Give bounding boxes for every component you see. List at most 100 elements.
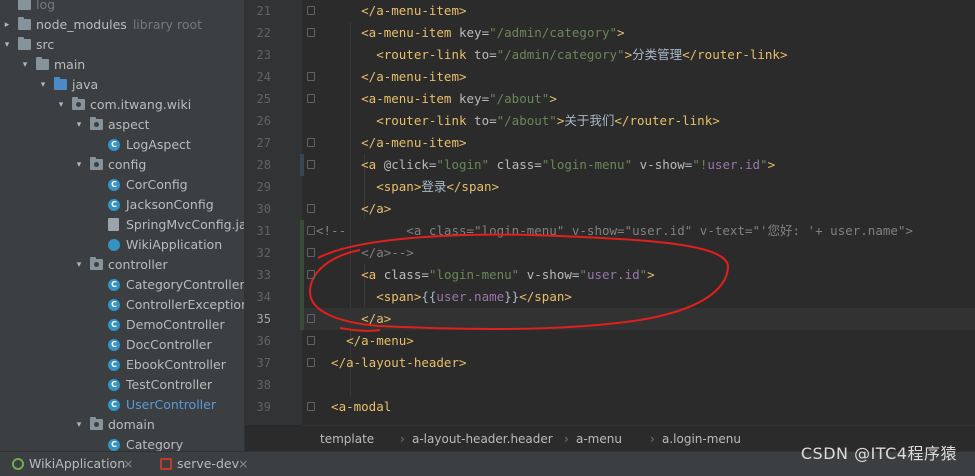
folder-icon	[36, 57, 49, 70]
code-line[interactable]: <span>登录</span>	[302, 176, 975, 198]
tree-item[interactable]: ▸ node_modules library root	[0, 15, 244, 35]
line-number: 35	[256, 312, 271, 326]
code-token: "!	[692, 157, 708, 172]
breadcrumb-item[interactable]: a-layout-header.header	[412, 426, 553, 452]
breadcrumb-item[interactable]: a.login-menu	[662, 426, 741, 452]
close-icon[interactable]: ×	[123, 452, 133, 476]
fold-marker-icon[interactable]	[307, 314, 315, 323]
line-number: 26	[256, 114, 271, 128]
fold-marker-icon[interactable]	[307, 204, 315, 213]
code-line[interactable]: </a>	[302, 198, 975, 220]
tree-item[interactable]: ▾ com.itwang.wiki	[0, 95, 244, 115]
code-token: <a	[316, 267, 384, 282]
tree-item[interactable]: C ControllerExceptionHar	[0, 295, 244, 315]
tree-item-label: node_modules	[36, 17, 127, 32]
tree-item[interactable]: C JacksonConfig	[0, 195, 244, 215]
line-number: 34	[256, 290, 271, 304]
tree-item[interactable]: WikiApplication	[0, 235, 244, 255]
tree-item[interactable]: ▾ java	[0, 75, 244, 95]
tree-item-label: WikiApplication	[126, 237, 223, 252]
breadcrumb-separator-icon: ›	[650, 432, 655, 446]
tree-item[interactable]: C Category	[0, 435, 244, 451]
fold-marker-icon[interactable]	[307, 6, 315, 15]
code-token: key=	[459, 25, 490, 40]
code-line[interactable]: <a-menu-item key="/about">	[302, 88, 975, 110]
code-line[interactable]: <a-menu-item key="/admin/category">	[302, 22, 975, 44]
tree-item[interactable]: ▾ domain	[0, 415, 244, 435]
code-token: <router-link	[316, 47, 475, 62]
line-number: 33	[256, 268, 271, 282]
collapse-arrow-icon[interactable]: ▸	[2, 15, 12, 35]
fold-marker-icon[interactable]	[307, 72, 315, 81]
folder-icon	[18, 37, 31, 50]
tree-item[interactable]: log	[0, 0, 244, 15]
tree-item[interactable]: ▾ main	[0, 55, 244, 75]
tree-item[interactable]: C UserController	[0, 395, 244, 415]
fold-marker-icon[interactable]	[307, 226, 315, 235]
class-icon: C	[108, 299, 120, 311]
expand-arrow-icon[interactable]: ▾	[20, 55, 30, 75]
code-line[interactable]: <router-link to="/about">关于我们</router-li…	[302, 110, 975, 132]
expand-arrow-icon[interactable]: ▾	[74, 115, 84, 135]
code-token: "	[579, 267, 587, 282]
fold-marker-icon[interactable]	[307, 248, 315, 257]
code-line[interactable]	[302, 374, 975, 396]
code-line[interactable]: </a>	[302, 308, 975, 330]
tree-item[interactable]: ▾ aspect	[0, 115, 244, 135]
code-line[interactable]: <a class="login-menu" v-show="user.id">	[302, 264, 975, 286]
fold-marker-icon[interactable]	[307, 160, 315, 169]
code-line[interactable]: <!-- <a class="login-menu" v-show="user.…	[302, 220, 975, 242]
code-token: >	[549, 91, 557, 106]
code-line[interactable]: </a-layout-header>	[302, 352, 975, 374]
code-editor[interactable]: </a-menu-item> <a-menu-item key="/admin/…	[302, 0, 975, 425]
code-line[interactable]: </a-menu-item>	[302, 0, 975, 22]
breadcrumb-item[interactable]: a-menu	[576, 426, 622, 452]
expand-arrow-icon[interactable]: ▾	[74, 415, 84, 435]
tree-item[interactable]: SpringMvcConfig.java	[0, 215, 244, 235]
code-token: }}	[504, 289, 520, 304]
tree-item[interactable]: C DocController	[0, 335, 244, 355]
expand-arrow-icon[interactable]: ▾	[74, 155, 84, 175]
fold-marker-icon[interactable]	[307, 28, 315, 37]
tree-item[interactable]: ▾ src	[0, 35, 244, 55]
expand-arrow-icon[interactable]: ▾	[74, 255, 84, 275]
fold-marker-icon[interactable]	[307, 94, 315, 103]
folder-icon	[18, 17, 31, 30]
close-icon[interactable]: ×	[238, 452, 248, 476]
code-line[interactable]: </a-menu-item>	[302, 66, 975, 88]
app-class-icon	[108, 239, 120, 251]
tree-item[interactable]: C TestController	[0, 375, 244, 395]
line-number: 38	[256, 378, 271, 392]
expand-arrow-icon[interactable]: ▾	[2, 35, 12, 55]
code-token: 关于我们	[564, 113, 615, 128]
code-line[interactable]: </a-menu>	[302, 330, 975, 352]
tree-item[interactable]: C DemoController	[0, 315, 244, 335]
tree-item[interactable]: C EbookController	[0, 355, 244, 375]
code-line[interactable]: </a-menu-item>	[302, 132, 975, 154]
code-token: class=	[496, 157, 542, 172]
tree-item[interactable]: C CategoryController	[0, 275, 244, 295]
expand-arrow-icon[interactable]: ▾	[56, 95, 66, 115]
tree-item[interactable]: C LogAspect	[0, 135, 244, 155]
fold-marker-icon[interactable]	[307, 336, 315, 345]
code-line[interactable]: <router-link to="/admin/category">分类管理</…	[302, 44, 975, 66]
tree-item[interactable]: ▾ controller	[0, 255, 244, 275]
tree-item[interactable]: ▾ config	[0, 155, 244, 175]
code-line[interactable]: <a-modal	[302, 396, 975, 418]
fold-marker-icon[interactable]	[307, 270, 315, 279]
code-token: </span>	[446, 179, 500, 194]
fold-marker-icon[interactable]	[307, 138, 315, 147]
code-line[interactable]: <span>{{user.name}}</span>	[302, 286, 975, 308]
tree-item[interactable]: C CorConfig	[0, 175, 244, 195]
code-line[interactable]: </a>-->	[302, 242, 975, 264]
fold-marker-icon[interactable]	[307, 358, 315, 367]
code-line[interactable]: <a @click="login" class="login-menu" v-s…	[302, 154, 975, 176]
breadcrumb-item[interactable]: template	[320, 426, 374, 452]
expand-arrow-icon[interactable]: ▾	[38, 75, 48, 95]
class-icon: C	[108, 179, 120, 191]
run-tab-label[interactable]: WikiApplication	[29, 452, 125, 476]
run-tab-label[interactable]: serve-dev	[177, 452, 239, 476]
fold-marker-icon[interactable]	[307, 402, 315, 411]
class-icon: C	[108, 279, 120, 291]
vcs-change-marker	[300, 264, 304, 330]
